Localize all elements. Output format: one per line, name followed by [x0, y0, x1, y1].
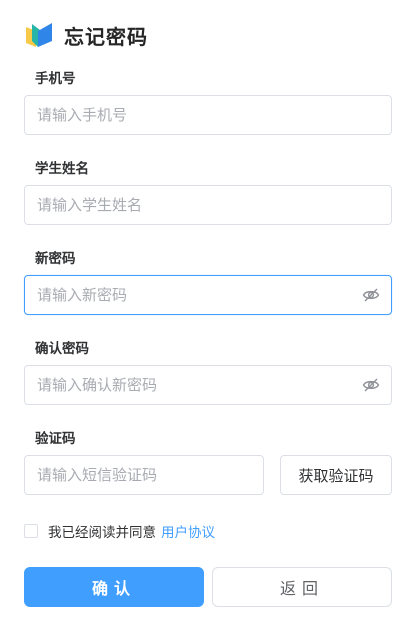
eye-off-icon[interactable] [361, 285, 381, 305]
new-password-field [24, 275, 392, 315]
confirm-button[interactable]: 确认 [24, 567, 204, 607]
phone-field [24, 95, 392, 135]
phone-input[interactable] [25, 96, 391, 134]
page-title: 忘记密码 [64, 24, 148, 49]
agreement-checkbox[interactable] [24, 524, 38, 538]
code-label: 验证码 [35, 431, 76, 447]
confirm-password-field [24, 365, 392, 405]
confirm-password-label: 确认密码 [35, 341, 89, 357]
confirm-password-input[interactable] [25, 366, 361, 404]
new-password-label: 新密码 [35, 251, 76, 267]
student-name-label: 学生姓名 [35, 161, 89, 177]
get-code-button[interactable]: 获取验证码 [280, 455, 392, 495]
code-field [24, 455, 264, 495]
student-name-field [24, 185, 392, 225]
user-agreement-link[interactable]: 用户协议 [161, 521, 215, 541]
phone-label: 手机号 [35, 71, 76, 87]
page-header: 忘记密码 [24, 20, 148, 50]
book-logo-icon [26, 23, 52, 47]
agreement-row: 我已经阅读并同意 用户协议 [24, 521, 215, 541]
new-password-input[interactable] [25, 276, 361, 314]
back-button[interactable]: 返回 [212, 567, 392, 607]
code-input[interactable] [25, 456, 263, 494]
agreement-text: 我已经阅读并同意 [48, 525, 156, 541]
eye-off-icon[interactable] [361, 375, 381, 395]
student-name-input[interactable] [25, 186, 391, 224]
